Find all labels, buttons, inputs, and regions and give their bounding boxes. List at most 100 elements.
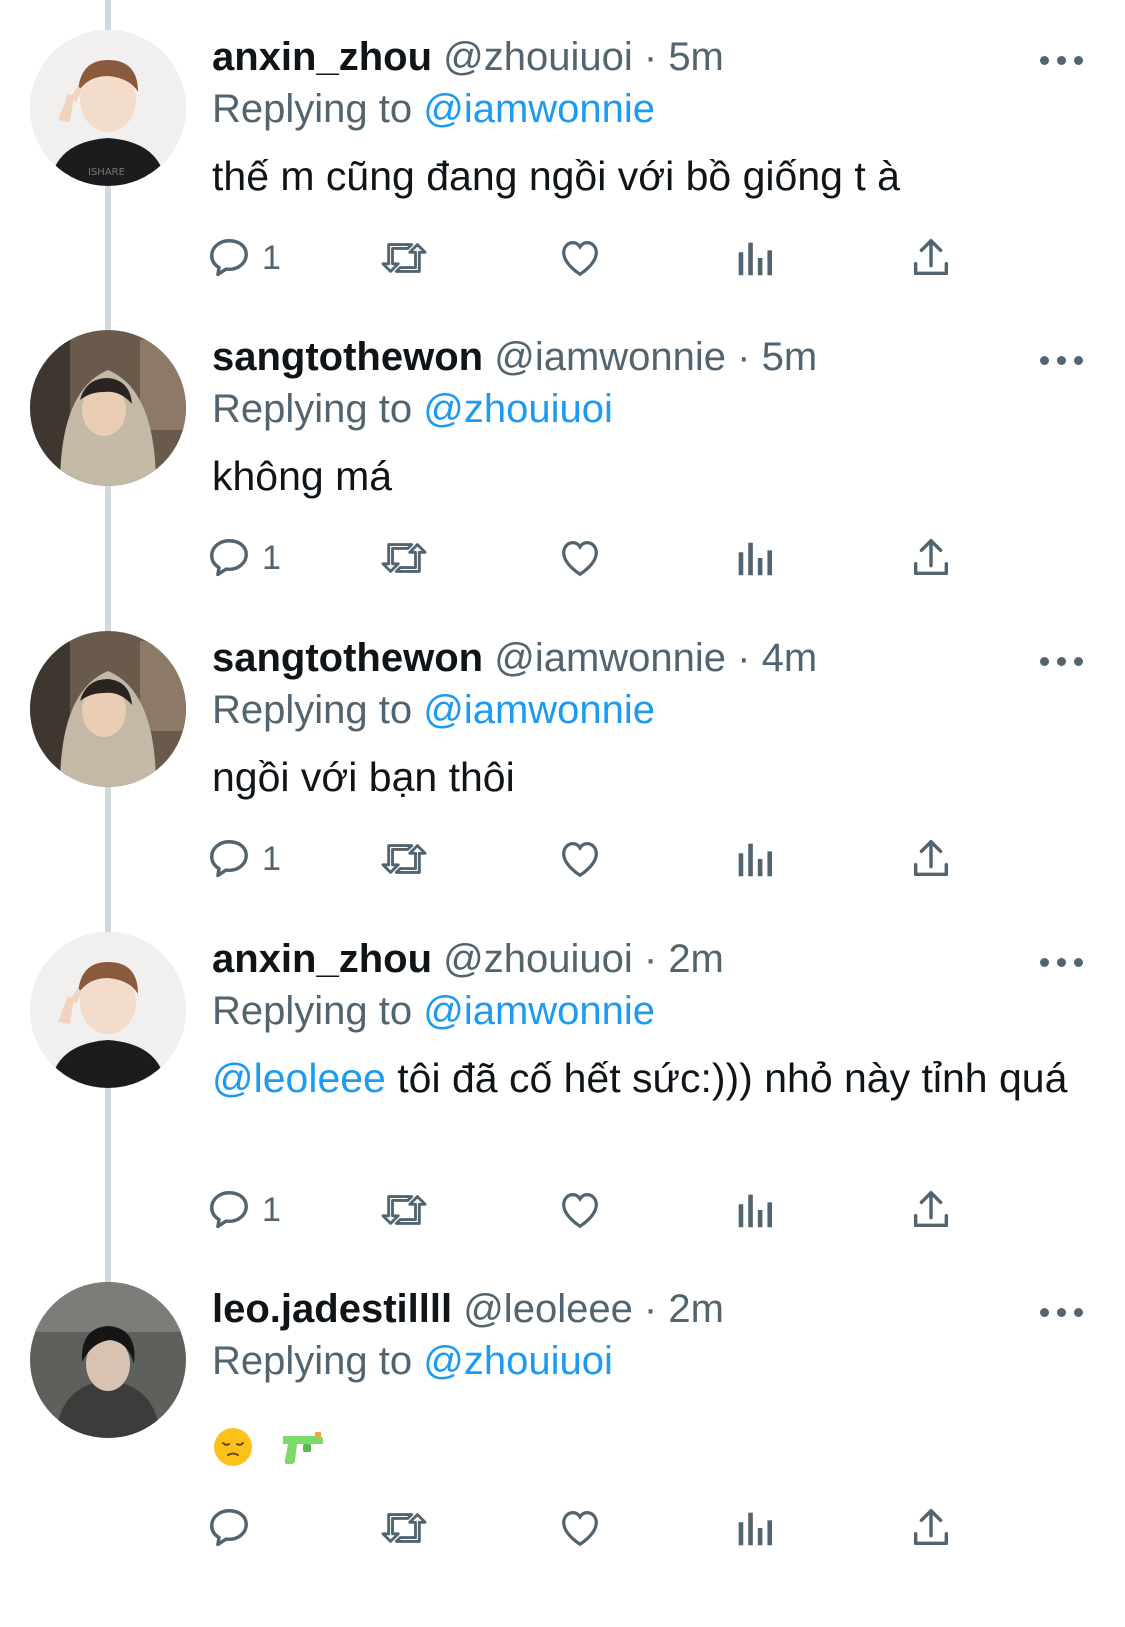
avatar-anxin-image — [30, 932, 186, 1088]
retweet-button[interactable] — [378, 1180, 430, 1240]
avatar[interactable] — [30, 330, 186, 486]
user-handle[interactable]: @iamwonnie — [494, 335, 726, 379]
action-bar — [210, 1498, 1012, 1558]
avatar[interactable] — [30, 631, 186, 787]
tweet-text: @leoleee tôi đã cố hết sức:))) nhỏ này t… — [212, 1052, 1082, 1104]
tweet-header: sangtothewon @iamwonnie · 5m — [212, 332, 817, 382]
views-button[interactable] — [734, 1498, 774, 1558]
replying-label: Replying to — [212, 688, 424, 732]
heart-icon — [562, 1511, 598, 1547]
more-icon[interactable] — [1040, 954, 1090, 970]
separator: · — [632, 937, 669, 981]
more-icon[interactable] — [1040, 352, 1090, 368]
reply-icon — [210, 539, 248, 577]
retweet-button[interactable] — [378, 228, 430, 288]
retweet-icon — [381, 243, 427, 273]
replying-label: Replying to — [212, 989, 424, 1033]
retweet-button[interactable] — [378, 1498, 430, 1558]
views-button[interactable] — [734, 528, 774, 588]
separator: · — [726, 335, 762, 379]
user-handle[interactable]: @iamwonnie — [494, 636, 726, 680]
share-button[interactable] — [908, 1498, 954, 1558]
like-button[interactable] — [556, 1180, 604, 1240]
retweet-icon — [381, 543, 427, 573]
replying-to: Replying to @iamwonnie — [212, 986, 655, 1036]
user-handle[interactable]: @leoleee — [463, 1287, 633, 1331]
analytics-icon — [738, 542, 773, 576]
retweet-icon — [381, 1513, 427, 1543]
share-button[interactable] — [908, 1180, 954, 1240]
heart-icon — [562, 541, 598, 577]
reply-mention-link[interactable]: @iamwonnie — [423, 989, 655, 1033]
like-button[interactable] — [556, 528, 604, 588]
tweet-header: anxin_zhou @zhouiuoi · 5m — [212, 32, 724, 82]
replying-to: Replying to @iamwonnie — [212, 84, 655, 134]
avatar-sang-image — [30, 330, 186, 486]
thread-line — [105, 0, 111, 30]
timestamp[interactable]: 5m — [668, 35, 724, 79]
reply-button[interactable]: 1 — [206, 228, 281, 288]
tweet-header: sangtothewon @iamwonnie · 4m — [212, 633, 817, 683]
timestamp[interactable]: 5m — [762, 335, 818, 379]
views-button[interactable] — [734, 829, 774, 889]
reply-button[interactable]: 1 — [206, 1180, 281, 1240]
replying-label: Replying to — [212, 87, 424, 131]
reply-button[interactable]: 1 — [206, 829, 281, 889]
views-button[interactable] — [734, 1180, 774, 1240]
replying-label: Replying to — [212, 387, 424, 431]
avatar-sang-image — [30, 631, 186, 787]
avatar-leo-image — [30, 1282, 186, 1438]
user-handle[interactable]: @zhouiuoi — [443, 937, 633, 981]
display-name[interactable]: anxin_zhou — [212, 937, 432, 981]
heart-icon — [562, 241, 598, 277]
user-handle[interactable]: @zhouiuoi — [443, 35, 633, 79]
avatar[interactable]: ISHARE — [30, 30, 186, 186]
like-button[interactable] — [556, 228, 604, 288]
share-button[interactable] — [908, 228, 954, 288]
views-button[interactable] — [734, 228, 774, 288]
svg-text:ISHARE: ISHARE — [88, 167, 125, 178]
replying-to: Replying to @iamwonnie — [212, 685, 655, 735]
share-button[interactable] — [908, 528, 954, 588]
replying-to: Replying to @zhouiuoi — [212, 384, 613, 434]
reply-count: 1 — [262, 839, 281, 878]
avatar[interactable] — [30, 1282, 186, 1438]
tweet-text — [212, 1418, 1082, 1470]
timestamp[interactable]: 4m — [762, 636, 818, 680]
like-button[interactable] — [556, 829, 604, 889]
like-button[interactable] — [556, 1498, 604, 1558]
display-name[interactable]: sangtothewon — [212, 636, 483, 680]
analytics-icon — [738, 1194, 773, 1228]
reply-button[interactable]: 1 — [206, 528, 281, 588]
more-icon[interactable] — [1040, 653, 1090, 669]
separator: · — [632, 35, 669, 79]
share-icon — [913, 539, 949, 576]
reply-mention-link[interactable]: @zhouiuoi — [423, 1339, 613, 1383]
reply-count: 1 — [262, 1190, 281, 1229]
reply-button[interactable] — [206, 1498, 262, 1558]
display-name[interactable]: leo.jadestillll — [212, 1287, 452, 1331]
mention-link[interactable]: @leoleee — [212, 1055, 386, 1101]
more-icon[interactable] — [1040, 52, 1090, 68]
reply-mention-link[interactable]: @iamwonnie — [423, 688, 655, 732]
avatar-anxin-image: ISHARE — [30, 30, 186, 186]
share-icon — [913, 840, 949, 877]
analytics-icon — [738, 242, 773, 276]
retweet-button[interactable] — [378, 829, 430, 889]
more-icon[interactable] — [1040, 1304, 1090, 1320]
replying-to: Replying to @zhouiuoi — [212, 1336, 613, 1386]
avatar[interactable] — [30, 932, 186, 1088]
display-name[interactable]: anxin_zhou — [212, 35, 432, 79]
retweet-button[interactable] — [378, 528, 430, 588]
reply-count: 1 — [262, 538, 281, 577]
display-name[interactable]: sangtothewon — [212, 335, 483, 379]
timestamp[interactable]: 2m — [668, 1287, 724, 1331]
reply-mention-link[interactable]: @zhouiuoi — [423, 387, 613, 431]
tweet-text: thế m cũng đang ngồi với bồ giống t à — [212, 153, 900, 199]
reply-mention-link[interactable]: @iamwonnie — [423, 87, 655, 131]
tweet-text: không má — [212, 453, 393, 499]
pensive-face-icon — [214, 1428, 252, 1467]
timestamp[interactable]: 2m — [668, 937, 724, 981]
share-button[interactable] — [908, 829, 954, 889]
water-pistol-icon — [283, 1432, 324, 1465]
